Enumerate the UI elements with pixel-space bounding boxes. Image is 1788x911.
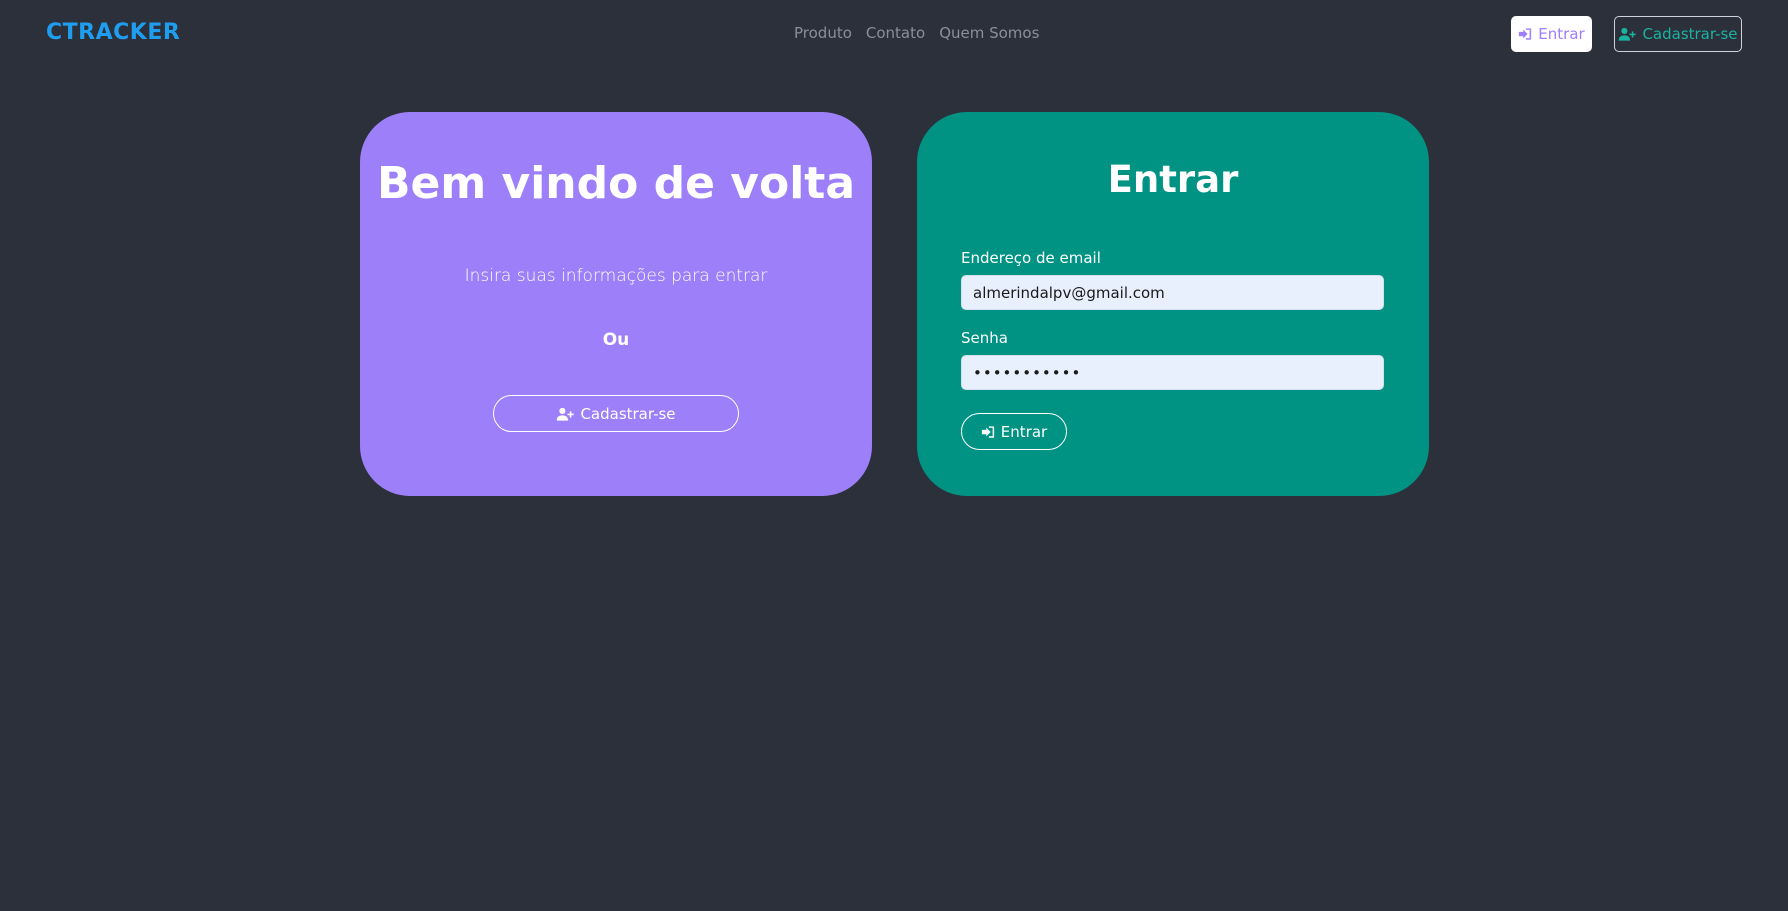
nav-signup-button[interactable]: Cadastrar-se bbox=[1614, 16, 1742, 52]
login-card: Entrar Endereço de email almerindalpv@gm… bbox=[917, 112, 1429, 496]
password-label: Senha bbox=[961, 329, 1008, 347]
welcome-subtitle: Insira suas informações para entrar bbox=[464, 266, 768, 286]
nav-signup-label: Cadastrar-se bbox=[1642, 25, 1738, 43]
welcome-card: Bem vindo de volta Insira suas informaçõ… bbox=[360, 112, 872, 496]
nav-link-produto[interactable]: Produto bbox=[794, 24, 852, 42]
email-field[interactable]: almerindalpv@gmail.com bbox=[961, 275, 1384, 310]
nav-login-button[interactable]: Entrar bbox=[1511, 16, 1592, 52]
welcome-signup-label: Cadastrar-se bbox=[580, 404, 676, 423]
navbar: CTRACKER Produto Contato Quem Somos Entr… bbox=[0, 0, 1788, 70]
user-plus-icon bbox=[556, 407, 575, 421]
password-field[interactable]: ••••••••••• bbox=[961, 355, 1384, 390]
nav-login-label: Entrar bbox=[1538, 25, 1585, 43]
login-title: Entrar bbox=[1107, 158, 1239, 201]
nav-link-quem-somos[interactable]: Quem Somos bbox=[939, 24, 1039, 42]
or-separator: Ou bbox=[602, 330, 630, 350]
welcome-title: Bem vindo de volta bbox=[376, 158, 856, 209]
welcome-signup-button[interactable]: Cadastrar-se bbox=[493, 395, 739, 432]
login-submit-button[interactable]: Entrar bbox=[961, 413, 1067, 450]
sign-in-icon bbox=[1518, 27, 1532, 41]
sign-in-icon bbox=[981, 425, 995, 439]
nav-link-contato[interactable]: Contato bbox=[866, 24, 925, 42]
login-submit-label: Entrar bbox=[1000, 422, 1048, 441]
nav-links: Produto Contato Quem Somos bbox=[794, 24, 1039, 42]
user-plus-icon bbox=[1618, 27, 1637, 41]
email-label: Endereço de email bbox=[961, 249, 1101, 267]
brand-logo[interactable]: CTRACKER bbox=[46, 20, 180, 45]
